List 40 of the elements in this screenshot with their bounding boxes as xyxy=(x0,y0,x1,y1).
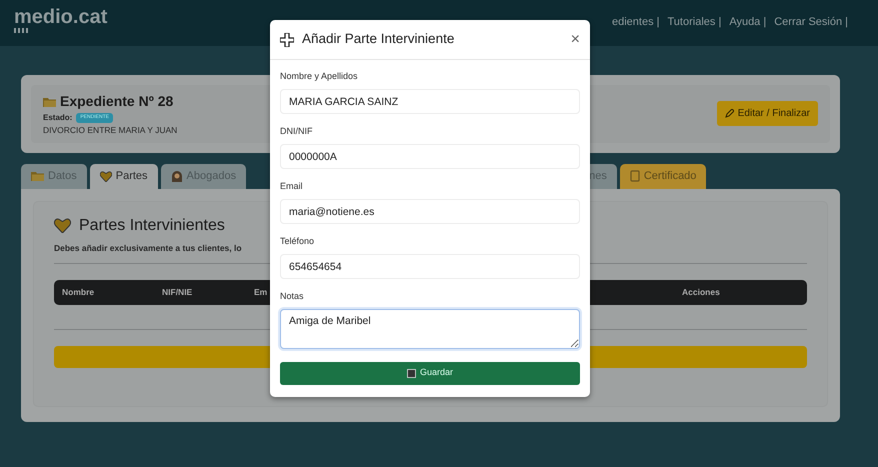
input-field[interactable]: maria@notiene.es xyxy=(280,199,580,224)
section-title: Partes Intervinientes xyxy=(79,216,225,236)
nav-link[interactable]: Cerrar Sesión | xyxy=(774,14,848,30)
field-label: Teléfono xyxy=(280,235,316,248)
brand-logo[interactable]: medio.cat xyxy=(14,6,108,28)
field-label: Email xyxy=(280,180,304,193)
column-header: NIF/NIE xyxy=(162,286,192,297)
nav-link[interactable]: Ayuda | xyxy=(729,14,766,30)
heart-icon xyxy=(54,218,71,234)
column-header: Acciones xyxy=(682,286,720,297)
case-title: Expediente Nº 28 xyxy=(60,92,174,111)
folder-icon xyxy=(31,171,44,182)
column-header: Em xyxy=(254,286,268,297)
field-label: Nombre y Apellidos xyxy=(280,70,359,83)
heart-icon xyxy=(100,170,112,182)
save-button[interactable]: Guardar xyxy=(280,362,580,384)
modal-title: Añadir Parte Interviniente xyxy=(302,30,454,48)
input-field[interactable]: MARIA GARCIA SAINZ xyxy=(280,89,580,114)
tab[interactable]: Partes xyxy=(90,164,158,189)
field-label: Notas xyxy=(280,290,305,303)
intro-text: Debes añadir exclusivamente a tus clientes, lo xyxy=(54,242,243,254)
case-description: DIVORCIO ENTRE MARIA Y JUAN xyxy=(43,124,178,137)
field-label: DNI/NIF xyxy=(280,125,314,138)
edit-button[interactable]: Editar / Finalizar xyxy=(716,101,818,126)
plus-icon xyxy=(280,32,294,46)
input-field[interactable]: 654654654 xyxy=(280,254,580,279)
folder-icon xyxy=(43,96,56,106)
text-area[interactable]: Amiga de Maribel xyxy=(280,308,580,348)
tab[interactable]: Certificado xyxy=(620,164,706,189)
document-icon xyxy=(630,170,640,182)
nav-link[interactable]: Tutoriales | xyxy=(668,14,722,30)
input-field[interactable]: 0000000A xyxy=(280,144,580,169)
bars-icon xyxy=(14,28,28,33)
save-icon xyxy=(406,368,416,378)
column-header: Nombre xyxy=(62,286,94,297)
pencil-icon xyxy=(724,109,734,118)
person-icon xyxy=(170,170,183,182)
status-label: Estado: xyxy=(43,112,72,124)
close-button[interactable]: × xyxy=(570,32,580,48)
nav-link[interactable]: edientes | xyxy=(612,14,660,30)
